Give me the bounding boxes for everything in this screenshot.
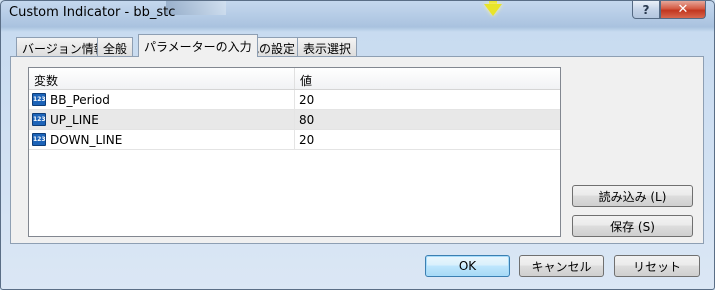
- reset-button[interactable]: リセット: [614, 255, 700, 277]
- chart-arrow-icon: [484, 4, 502, 16]
- window-title: Custom Indicator - bb_stc: [9, 5, 176, 20]
- parameter-name: BB_Period: [50, 93, 110, 107]
- parameters-table: 変数 値 123 BB_Period 20 123 UP_LINE 80 123…: [28, 67, 561, 237]
- tab-label: 全般: [103, 42, 128, 56]
- parameters-panel: 変数 値 123 BB_Period 20 123 UP_LINE 80 123…: [10, 56, 704, 244]
- close-icon: ✕: [677, 2, 689, 17]
- cell-divider: [294, 110, 295, 130]
- parameter-value[interactable]: 20: [299, 93, 314, 107]
- tab-label: パラメーターの入力: [144, 40, 252, 54]
- parameter-value[interactable]: 80: [299, 113, 314, 127]
- table-row[interactable]: 123 BB_Period 20: [29, 90, 560, 110]
- table-row[interactable]: 123 UP_LINE 80: [29, 110, 560, 130]
- column-header-variable[interactable]: 変数: [34, 72, 58, 89]
- title-bar[interactable]: Custom Indicator - bb_stc ? ✕: [1, 1, 714, 31]
- ok-button[interactable]: OK: [425, 255, 510, 277]
- parameter-name: DOWN_LINE: [50, 133, 123, 147]
- table-row[interactable]: 123 DOWN_LINE 20: [29, 130, 560, 150]
- integer-type-icon: 123: [32, 113, 46, 126]
- load-button[interactable]: 読み込み (L): [572, 185, 693, 207]
- column-header-value[interactable]: 値: [300, 72, 312, 89]
- save-button-label: 保存 (S): [610, 219, 655, 234]
- parameter-name: UP_LINE: [50, 113, 99, 127]
- cancel-button[interactable]: キャンセル: [519, 255, 604, 277]
- dialog-window: Custom Indicator - bb_stc ? ✕ バージョン情報 全般…: [0, 0, 715, 290]
- parameter-value[interactable]: 20: [299, 133, 314, 147]
- integer-type-icon: 123: [32, 93, 46, 106]
- help-button[interactable]: ?: [632, 1, 660, 19]
- tab-label: 表示選択: [303, 42, 352, 56]
- tab-general[interactable]: 全般: [97, 37, 134, 57]
- cell-divider: [294, 130, 295, 150]
- table-header: 変数 値: [29, 68, 560, 90]
- tab-label: バージョン情報: [22, 42, 106, 56]
- reset-button-label: リセット: [632, 259, 681, 274]
- close-button[interactable]: ✕: [660, 1, 706, 19]
- cancel-button-label: キャンセル: [531, 259, 592, 274]
- tab-visualization[interactable]: 表示選択: [297, 37, 358, 57]
- column-divider[interactable]: [294, 68, 295, 89]
- cell-divider: [294, 90, 295, 110]
- ok-button-label: OK: [458, 259, 477, 273]
- load-button-label: 読み込み (L): [598, 189, 667, 204]
- tab-parameters[interactable]: パラメーターの入力: [138, 34, 258, 57]
- help-icon: ?: [642, 2, 650, 17]
- integer-type-icon: 123: [32, 133, 46, 146]
- save-button[interactable]: 保存 (S): [572, 215, 693, 237]
